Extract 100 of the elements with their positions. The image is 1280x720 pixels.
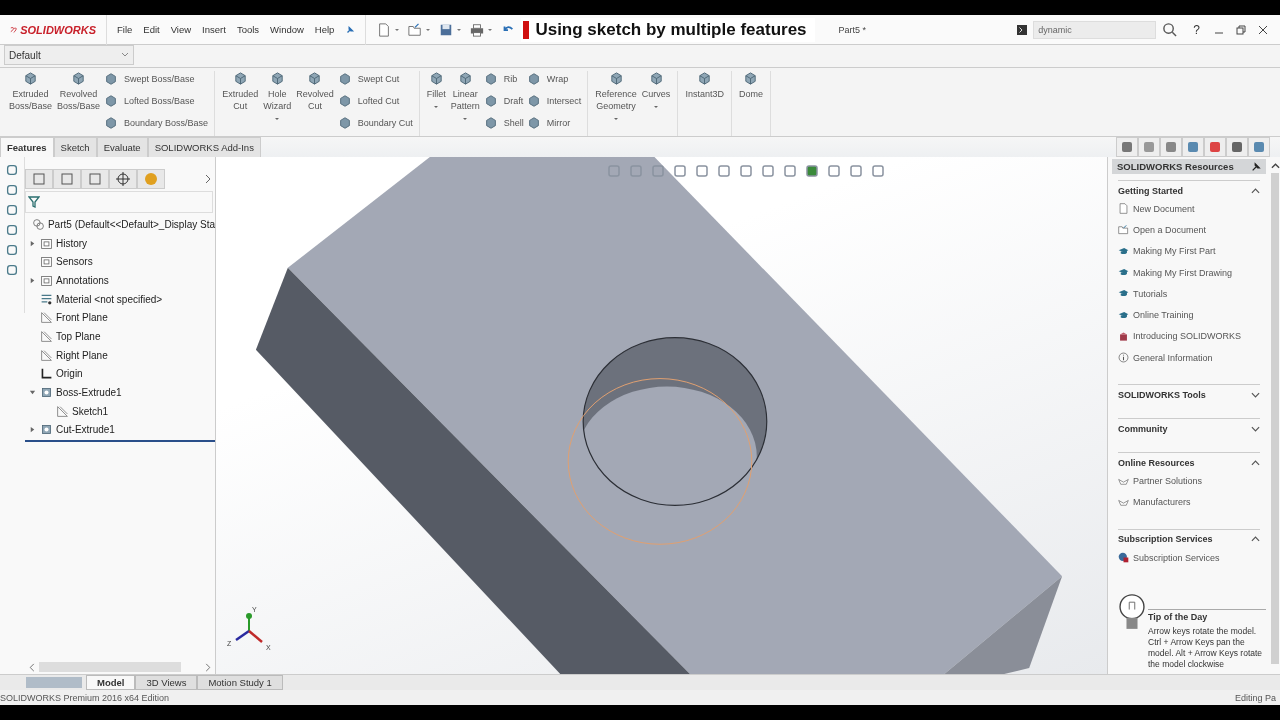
pin-icon[interactable] bbox=[345, 24, 356, 35]
caret-icon[interactable] bbox=[425, 26, 432, 33]
menu-item[interactable]: Help bbox=[314, 24, 335, 35]
ribbon-button[interactable]: Lofted Cut bbox=[337, 93, 413, 109]
restore-icon[interactable] bbox=[1236, 24, 1246, 35]
resource-link[interactable]: Making My First Part bbox=[1133, 246, 1216, 257]
scroll-left-icon[interactable] bbox=[29, 662, 35, 672]
ribbon-button[interactable]: Hole Wizard bbox=[262, 71, 293, 136]
filter-icon[interactable] bbox=[28, 196, 40, 208]
manager-tab-icon[interactable] bbox=[25, 169, 53, 189]
view-tool-icon[interactable] bbox=[716, 163, 732, 179]
caret-icon[interactable] bbox=[613, 116, 620, 122]
command-tab[interactable]: Features bbox=[0, 137, 54, 157]
resource-link[interactable]: Manufacturers bbox=[1133, 497, 1191, 508]
caret-icon[interactable] bbox=[394, 26, 401, 33]
document-tab[interactable]: Motion Study 1 bbox=[197, 675, 283, 690]
ribbon-button[interactable]: Shell bbox=[483, 115, 524, 131]
ribbon-button[interactable]: Extruded Boss/Base bbox=[8, 71, 54, 136]
collapse-arrow-icon[interactable] bbox=[29, 389, 36, 397]
document-tab[interactable]: 3D Views bbox=[135, 675, 198, 690]
close-icon[interactable] bbox=[1258, 24, 1268, 35]
view-tool-icon[interactable] bbox=[826, 163, 842, 179]
panel-tool-icon[interactable] bbox=[5, 243, 19, 257]
panel-tool-icon[interactable] bbox=[5, 163, 19, 177]
resource-link[interactable]: General Information bbox=[1133, 352, 1213, 363]
tree-item[interactable]: Right Plane bbox=[56, 349, 108, 361]
panel-tool-icon[interactable] bbox=[5, 263, 19, 277]
ribbon-button[interactable]: Swept Boss/Base bbox=[104, 71, 209, 87]
caret-icon[interactable] bbox=[456, 26, 463, 33]
section-header[interactable]: Community bbox=[1118, 423, 1168, 434]
caret-icon[interactable] bbox=[487, 26, 494, 33]
ribbon-button[interactable]: Boundary Cut bbox=[337, 115, 413, 131]
expand-arrow-icon[interactable] bbox=[29, 426, 36, 434]
resource-link[interactable]: Partner Solutions bbox=[1133, 476, 1203, 486]
resource-link[interactable]: Online Training bbox=[1133, 310, 1194, 321]
command-tab[interactable]: SOLIDWORKS Add-Ins bbox=[147, 137, 261, 157]
open-folder-icon[interactable] bbox=[408, 22, 423, 37]
search-icon[interactable] bbox=[1162, 22, 1178, 37]
resource-link[interactable]: Tutorials bbox=[1133, 288, 1168, 299]
tree-item[interactable]: Cut-Extrude1 bbox=[56, 424, 115, 436]
task-pane-tab-icon[interactable] bbox=[1226, 137, 1248, 157]
tree-item[interactable]: Sketch1 bbox=[72, 405, 109, 417]
menu-item[interactable]: Edit bbox=[143, 24, 160, 35]
ribbon-button[interactable]: Boundary Boss/Base bbox=[104, 115, 209, 131]
ribbon-button[interactable]: Swept Cut bbox=[337, 71, 413, 87]
caret-icon[interactable] bbox=[433, 104, 440, 110]
view-tool-icon[interactable] bbox=[694, 163, 710, 179]
scrollbar-thumb[interactable] bbox=[39, 662, 181, 672]
ribbon-button[interactable]: Curves bbox=[640, 71, 672, 136]
command-tab[interactable]: Sketch bbox=[53, 137, 97, 157]
tree-item[interactable]: Annotations bbox=[56, 274, 109, 286]
document-tab[interactable]: Model bbox=[86, 675, 136, 690]
menu-item[interactable]: Insert bbox=[202, 24, 226, 35]
scroll-right-icon[interactable] bbox=[205, 662, 211, 672]
menu-item[interactable]: View bbox=[170, 24, 192, 35]
ribbon-button[interactable]: Draft bbox=[483, 93, 524, 109]
menu-item[interactable]: File bbox=[117, 24, 133, 35]
resource-link[interactable]: Open a Document bbox=[1133, 224, 1207, 235]
ribbon-button[interactable]: Revolved Cut bbox=[295, 71, 335, 136]
scrollbar-thumb[interactable] bbox=[1271, 173, 1279, 664]
tree-item[interactable]: Sensors bbox=[56, 256, 93, 268]
ribbon-button[interactable]: Intersect bbox=[526, 93, 582, 109]
ribbon-button[interactable]: Mirror bbox=[526, 115, 582, 131]
expand-chevron-icon[interactable] bbox=[1251, 391, 1260, 398]
save-icon[interactable] bbox=[439, 22, 454, 37]
tree-item[interactable]: Top Plane bbox=[56, 330, 101, 342]
panel-tool-icon[interactable] bbox=[5, 183, 19, 197]
tree-item[interactable]: Material <not specified> bbox=[56, 293, 163, 305]
section-header[interactable]: Subscription Services bbox=[1118, 534, 1213, 545]
ribbon-button[interactable]: Dome bbox=[737, 71, 764, 136]
menu-item[interactable]: Window bbox=[270, 24, 304, 35]
ribbon-button[interactable]: Fillet bbox=[425, 71, 447, 136]
ribbon-button[interactable]: Reference Geometry bbox=[594, 71, 638, 136]
expand-chevron-icon[interactable] bbox=[1251, 425, 1260, 432]
view-tool-icon[interactable] bbox=[672, 163, 688, 179]
printer-icon[interactable] bbox=[470, 22, 485, 37]
tree-item[interactable]: History bbox=[56, 237, 88, 249]
ribbon-button[interactable]: Rib bbox=[483, 71, 524, 87]
task-pane-tab-icon[interactable] bbox=[1204, 137, 1226, 157]
panel-tool-icon[interactable] bbox=[5, 223, 19, 237]
view-tool-icon[interactable] bbox=[848, 163, 864, 179]
menu-item[interactable]: Tools bbox=[236, 24, 260, 35]
expand-arrow-icon[interactable] bbox=[29, 276, 36, 284]
configuration-dropdown[interactable]: Default bbox=[4, 45, 134, 65]
new-document-icon[interactable] bbox=[377, 22, 392, 37]
resource-link[interactable]: Introducing SOLIDWORKS bbox=[1133, 331, 1242, 342]
tree-item[interactable]: Front Plane bbox=[56, 312, 108, 324]
task-pane-tab-icon[interactable] bbox=[1160, 137, 1182, 157]
manager-tab-icon[interactable] bbox=[53, 169, 81, 189]
task-pane-tab-icon[interactable] bbox=[1138, 137, 1160, 157]
chevron-right-icon[interactable] bbox=[205, 174, 211, 184]
section-header[interactable]: Getting Started bbox=[1118, 185, 1183, 196]
panel-tool-icon[interactable] bbox=[5, 203, 19, 217]
resource-link[interactable]: Subscription Services bbox=[1133, 552, 1220, 563]
task-pane-tab-icon[interactable] bbox=[1182, 137, 1204, 157]
ribbon-button[interactable]: Lofted Boss/Base bbox=[104, 93, 209, 109]
command-tab[interactable]: Evaluate bbox=[96, 137, 148, 157]
ribbon-button[interactable]: Instant3D bbox=[684, 71, 725, 136]
caret-icon[interactable] bbox=[462, 116, 469, 122]
tree-item[interactable]: Boss-Extrude1 bbox=[56, 387, 122, 399]
